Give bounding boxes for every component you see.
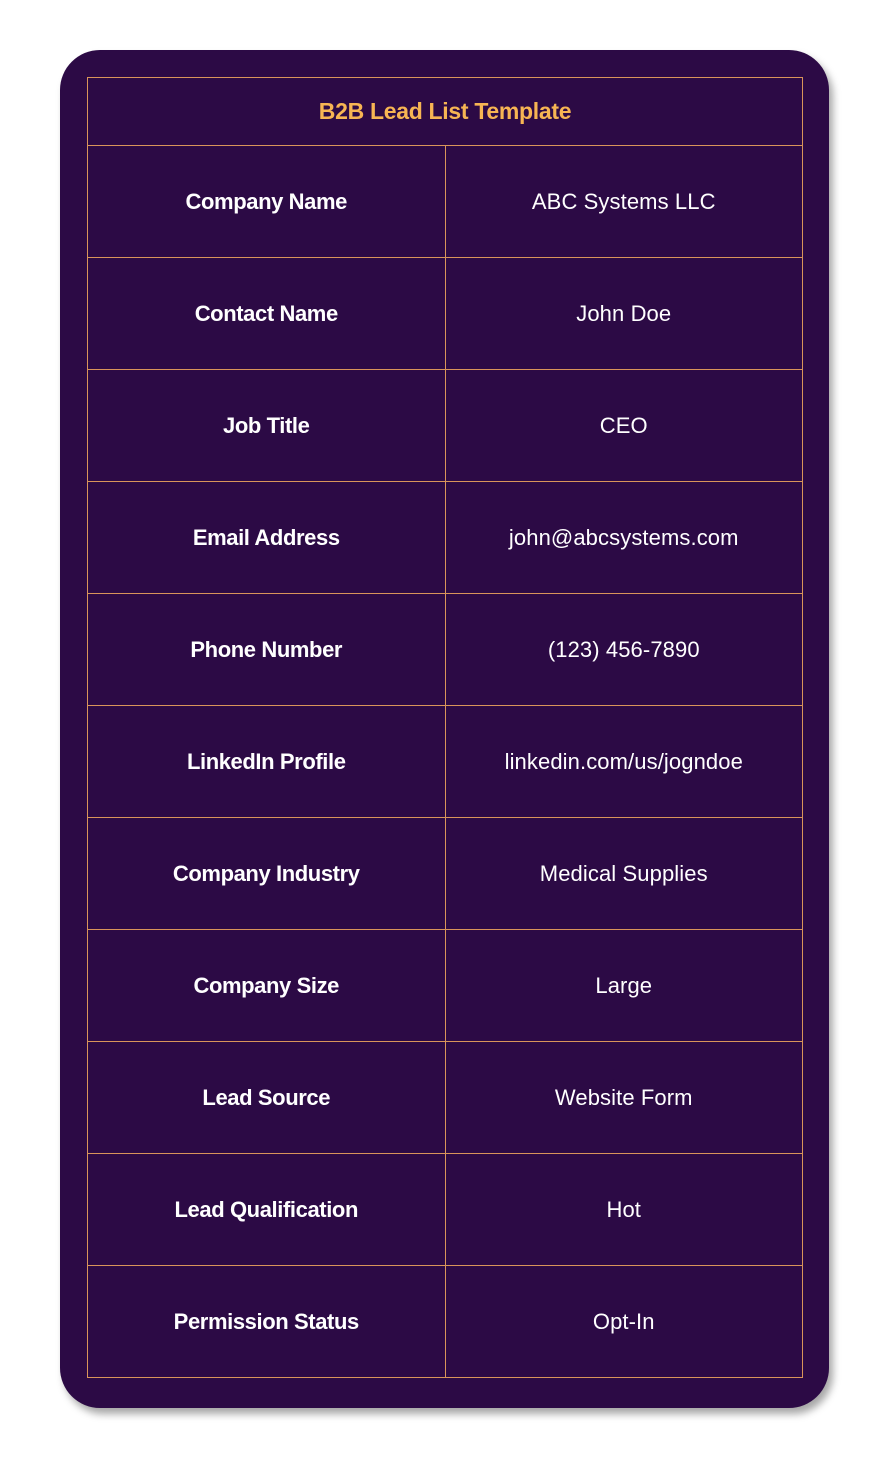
- lead-list-table: B2B Lead List Template Company Name ABC …: [87, 77, 803, 1378]
- table-row-contact-name: Contact Name John Doe: [87, 257, 803, 370]
- field-label: Permission Status: [87, 1265, 446, 1378]
- field-value: Large: [444, 929, 803, 1042]
- table-row-phone-number: Phone Number (123) 456-7890: [87, 593, 803, 706]
- field-value: CEO: [444, 369, 803, 482]
- field-label: Job Title: [87, 369, 446, 482]
- field-label: Lead Qualification: [87, 1153, 446, 1266]
- title-row: B2B Lead List Template: [87, 77, 803, 146]
- table-row-lead-qualification: Lead Qualification Hot: [87, 1153, 803, 1266]
- field-value: John Doe: [444, 257, 803, 370]
- field-value: Opt-In: [444, 1265, 803, 1378]
- field-value: Medical Supplies: [444, 817, 803, 930]
- field-value: john@abcsystems.com: [444, 481, 803, 594]
- field-value: (123) 456-7890: [444, 593, 803, 706]
- field-label: Phone Number: [87, 593, 446, 706]
- field-label: Company Name: [87, 145, 446, 258]
- table-row-lead-source: Lead Source Website Form: [87, 1041, 803, 1154]
- table-row-email-address: Email Address john@abcsystems.com: [87, 481, 803, 594]
- field-label: Lead Source: [87, 1041, 446, 1154]
- field-label: Contact Name: [87, 257, 446, 370]
- field-label: Company Size: [87, 929, 446, 1042]
- field-label: Company Industry: [87, 817, 446, 930]
- lead-list-card: B2B Lead List Template Company Name ABC …: [60, 50, 829, 1408]
- table-row-company-industry: Company Industry Medical Supplies: [87, 817, 803, 930]
- field-value: Website Form: [444, 1041, 803, 1154]
- table-title: B2B Lead List Template: [87, 77, 803, 146]
- field-value: linkedin.com/us/jogndoe: [444, 705, 803, 818]
- table-row-company-size: Company Size Large: [87, 929, 803, 1042]
- table-row-linkedin-profile: LinkedIn Profile linkedin.com/us/jogndoe: [87, 705, 803, 818]
- field-value: Hot: [444, 1153, 803, 1266]
- table-row-job-title: Job Title CEO: [87, 369, 803, 482]
- table-row-company-name: Company Name ABC Systems LLC: [87, 145, 803, 258]
- field-value: ABC Systems LLC: [444, 145, 803, 258]
- field-label: Email Address: [87, 481, 446, 594]
- table-row-permission-status: Permission Status Opt-In: [87, 1265, 803, 1378]
- field-label: LinkedIn Profile: [87, 705, 446, 818]
